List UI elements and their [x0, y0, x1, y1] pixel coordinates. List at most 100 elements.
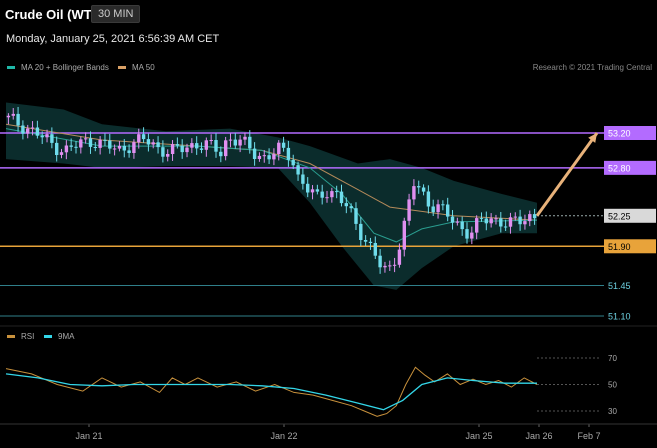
- candle-body: [257, 155, 262, 159]
- candle-body: [339, 191, 344, 204]
- candle-body: [344, 203, 348, 207]
- candle-body: [74, 146, 78, 148]
- candle-body: [238, 139, 242, 146]
- candle-body: [122, 145, 126, 151]
- candle-body: [21, 125, 25, 134]
- x-tick-label: Feb 7: [577, 431, 600, 441]
- candle-body: [262, 155, 266, 157]
- candle-body: [426, 191, 431, 207]
- candle-body: [190, 143, 194, 148]
- candle-body: [479, 218, 484, 220]
- candle-body: [378, 255, 382, 268]
- candle-body: [277, 142, 281, 154]
- candle-body: [117, 145, 122, 149]
- candle-body: [359, 223, 363, 240]
- candle-body: [175, 144, 180, 146]
- candle-body: [26, 128, 30, 134]
- candle-body: [296, 165, 300, 175]
- candle-body: [465, 229, 469, 239]
- candle-body: [209, 140, 213, 141]
- x-tick-label: Jan 22: [270, 431, 297, 441]
- candle-body: [79, 139, 83, 148]
- rsi-tick-label: 30: [608, 407, 617, 416]
- level-label: 53.20: [608, 129, 631, 139]
- level-label: 52.80: [608, 163, 631, 173]
- candle-body: [141, 134, 146, 140]
- candle-body: [219, 151, 223, 157]
- candle-body: [272, 154, 276, 160]
- candle-body: [161, 147, 165, 157]
- bollinger-band-fill: [6, 102, 537, 290]
- candle-body: [373, 243, 377, 256]
- level-label: 51.45: [608, 281, 631, 291]
- candle-body: [252, 148, 257, 159]
- target-arrow: [535, 132, 599, 217]
- candle-body: [233, 139, 237, 146]
- x-tick-label: Jan 25: [465, 431, 492, 441]
- candle-body: [199, 148, 204, 150]
- candle-body: [368, 241, 373, 243]
- candle-body: [484, 218, 488, 224]
- price-chart[interactable]: 53.20 52.80 52.25 51.90 51.45 51.10 70 50 30 Jan …: [0, 0, 657, 448]
- candle-body: [132, 142, 136, 153]
- candle-body: [489, 218, 493, 224]
- x-tick-label: Jan 21: [75, 431, 102, 441]
- candle-body: [55, 142, 59, 155]
- candle-body: [441, 204, 445, 206]
- level-label: 51.10: [608, 312, 631, 322]
- rsi-tick-label: 50: [608, 381, 617, 390]
- candle-body: [503, 226, 508, 228]
- candle-body: [170, 144, 175, 154]
- candle-body: [228, 139, 233, 141]
- candle-body: [397, 249, 402, 265]
- candle-body: [108, 140, 112, 149]
- candle-body: [6, 115, 11, 118]
- candle-body: [392, 264, 397, 266]
- candle-body: [320, 191, 324, 198]
- candle-body: [93, 147, 97, 148]
- candle-body: [363, 240, 368, 242]
- candle-body: [204, 140, 208, 150]
- candle-body: [417, 186, 421, 188]
- candle-body: [112, 148, 117, 150]
- candle-body: [315, 189, 320, 192]
- candle-body: [450, 216, 455, 223]
- candle-body: [281, 142, 286, 148]
- candle-body: [407, 199, 411, 221]
- candle-body: [151, 142, 155, 145]
- candle-body: [59, 152, 64, 155]
- candle-body: [180, 145, 184, 153]
- candle-body: [214, 140, 218, 152]
- candle-body: [11, 113, 15, 116]
- candle-body: [532, 214, 537, 219]
- candle-body: [103, 139, 107, 141]
- candle-body: [267, 155, 271, 160]
- rsi-line: [5, 366, 538, 417]
- candle-body: [291, 159, 295, 166]
- candle-body: [286, 147, 291, 160]
- candle-body: [98, 139, 102, 148]
- candle-body: [446, 204, 450, 217]
- candle-body: [383, 265, 387, 268]
- candle-body: [310, 189, 315, 193]
- x-tick-label: Jan 26: [525, 431, 552, 441]
- candle-body: [16, 113, 20, 126]
- candle-body: [330, 191, 334, 198]
- candle-body: [412, 186, 416, 200]
- candle-body: [402, 220, 406, 250]
- candle-body: [528, 214, 532, 222]
- candle-body: [421, 187, 426, 192]
- candle-body: [30, 127, 35, 129]
- candle-body: [243, 136, 247, 140]
- candle-body: [35, 127, 40, 136]
- candle-body: [185, 147, 189, 153]
- candle-body: [518, 216, 522, 225]
- candle-body: [354, 208, 358, 224]
- candle-body: [499, 218, 503, 227]
- candle-body: [523, 221, 527, 225]
- candle-body: [508, 217, 513, 227]
- candle-body: [88, 138, 93, 147]
- level-label: 51.90: [608, 242, 631, 252]
- candle-body: [137, 134, 141, 143]
- candle-body: [349, 206, 353, 209]
